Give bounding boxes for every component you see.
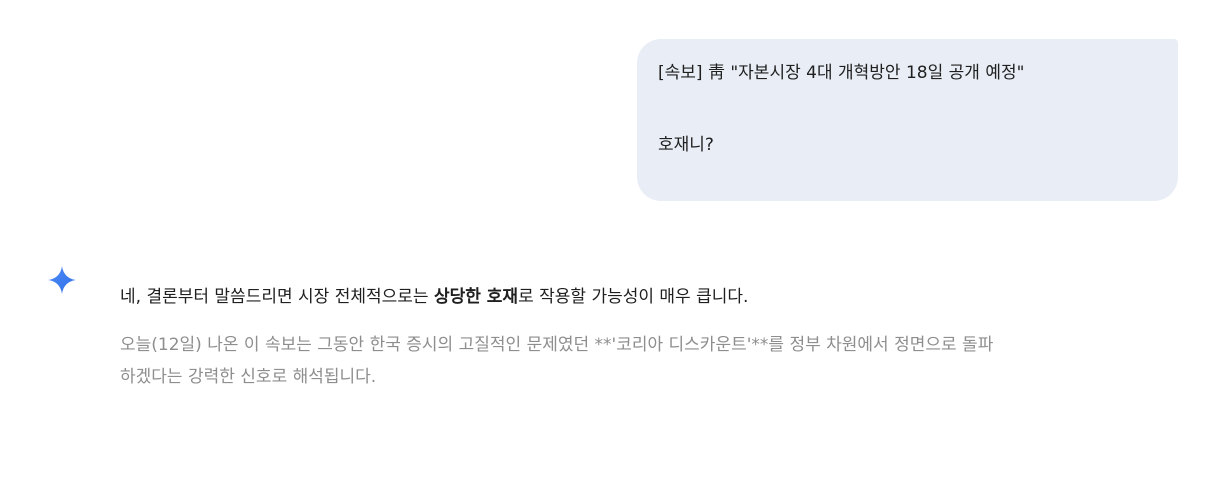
response-lead-bold: 상당한 호재 (433, 287, 519, 307)
response-lead-suffix: 로 작용할 가능성이 매우 큽니다. (518, 287, 749, 307)
response-lead: 네, 결론부터 말씀드리면 시장 전체적으로는 상당한 호재로 작용할 가능성이… (120, 283, 1190, 311)
response-lead-prefix: 네, 결론부터 말씀드리면 시장 전체적으로는 (120, 287, 434, 307)
user-message-line-2: 호재니? (658, 135, 714, 155)
user-message-line-1: [속보] 靑 "자본시장 4대 개혁방안 18일 공개 예정" (658, 63, 1025, 83)
user-message-bubble: [속보] 靑 "자본시장 4대 개혁방안 18일 공개 예정" 호재니? (637, 39, 1178, 201)
assistant-response: 네, 결론부터 말씀드리면 시장 전체적으로는 상당한 호재로 작용할 가능성이… (120, 283, 1190, 393)
response-paragraph: 오늘(12일) 나온 이 속보는 그동안 한국 증시의 고질적인 문제였던 **… (120, 335, 994, 387)
gemini-sparkle-icon (48, 266, 76, 294)
